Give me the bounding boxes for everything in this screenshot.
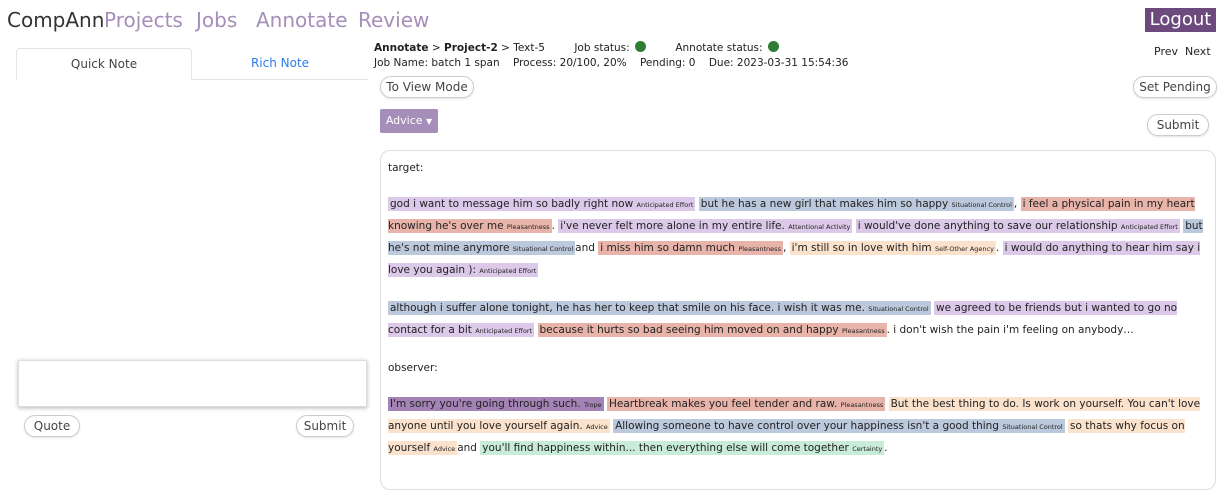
- plain-text: and: [457, 442, 477, 454]
- annotation-tag: Situational Control: [1002, 423, 1063, 431]
- logout-button[interactable]: Logout: [1145, 8, 1216, 32]
- annotation-text-panel: target: god i want to message him so bad…: [380, 150, 1216, 490]
- breadcrumb: Annotate > Project-2 > Text-5 Job status…: [374, 41, 779, 54]
- breadcrumb-section[interactable]: Annotate: [374, 42, 429, 54]
- annotation-span[interactable]: i've never felt more alone in my entire …: [558, 219, 853, 233]
- plain-text: .: [995, 242, 1000, 254]
- annotation-tag: Trope: [584, 401, 602, 409]
- plain-text: .: [884, 442, 888, 454]
- annotation-span[interactable]: Heartbreak makes you feel tender and raw…: [607, 397, 886, 411]
- plain-text: ,: [1013, 198, 1018, 210]
- tab-quick-note[interactable]: Quick Note: [16, 48, 192, 80]
- breadcrumb-sep: >: [431, 42, 441, 54]
- annotation-span[interactable]: although i suffer alone tonight, he has …: [388, 301, 931, 315]
- annotation-tag: Pleasantness: [841, 327, 885, 335]
- annotate-status-label: Annotate status:: [675, 42, 763, 54]
- next-button[interactable]: Next: [1185, 45, 1211, 58]
- annotation-tag: Attentional Activity: [788, 223, 851, 231]
- nav-review[interactable]: Review: [358, 8, 429, 32]
- annotation-span[interactable]: because it hurts so bad seeing him moved…: [537, 323, 887, 337]
- breadcrumb-project[interactable]: Project-2: [444, 42, 498, 54]
- annotation-tag: Certainty: [852, 445, 883, 453]
- set-pending-button[interactable]: Set Pending: [1133, 76, 1217, 98]
- annotation-tag: Advice: [433, 445, 456, 453]
- annotation-span[interactable]: i'm still so in love with him Self-Other…: [789, 241, 996, 255]
- breadcrumb-text: Text-5: [513, 42, 545, 54]
- job-info: Job Name: batch 1 span Process: 20/100, …: [374, 57, 849, 69]
- nav-jobs[interactable]: Jobs: [196, 8, 237, 32]
- section-title-target: target:: [388, 162, 424, 174]
- paragraph-target-2: although i suffer alone tonight, he has …: [388, 298, 1208, 342]
- quote-button[interactable]: Quote: [24, 415, 80, 437]
- tab-rich-note[interactable]: Rich Note: [192, 48, 368, 80]
- job-status-dot-icon: [635, 41, 646, 52]
- section-title-observer: observer:: [388, 362, 438, 374]
- nav-projects[interactable]: Projects: [104, 8, 183, 32]
- advice-dropdown[interactable]: Advice ▼: [380, 109, 438, 133]
- annotation-span[interactable]: god i want to message him so badly right…: [388, 197, 696, 211]
- plain-text: ,: [782, 242, 787, 254]
- submit-button[interactable]: Submit: [1147, 114, 1209, 136]
- annotation-tag: Pleasantness: [840, 401, 884, 409]
- annotation-tag: Pleasantness: [738, 245, 781, 253]
- note-tabs: Quick Note Rich Note: [16, 48, 368, 80]
- note-submit-button[interactable]: Submit: [296, 415, 354, 437]
- note-textarea[interactable]: [18, 360, 367, 407]
- annotation-tag: Situational Control: [951, 201, 1012, 209]
- annotation-tag: Anticipated Effort: [1120, 223, 1178, 231]
- brand-logo[interactable]: CompAnn: [7, 8, 104, 32]
- annotation-tag: Anticipated Effort: [475, 327, 533, 335]
- top-nav: CompAnn Projects Jobs Annotate Review Lo…: [0, 0, 1218, 40]
- annotation-tag: Situational Control: [868, 305, 929, 313]
- annotation-tag: Situational Control: [512, 245, 574, 253]
- annotate-status-dot-icon: [767, 41, 779, 52]
- annotation-tag: Advice: [586, 423, 608, 431]
- paragraph-target-1: god i want to message him so badly right…: [388, 194, 1208, 282]
- annotation-tag: Anticipated Effort: [479, 267, 537, 275]
- nav-annotate[interactable]: Annotate: [256, 8, 348, 32]
- job-status-label: Job status:: [574, 42, 630, 54]
- plain-text: and: [575, 242, 595, 254]
- annotation-span[interactable]: i miss him so damn much Pleasantness: [598, 241, 783, 255]
- breadcrumb-sep: >: [501, 42, 510, 54]
- annotation-span[interactable]: i would've done anything to save our rel…: [855, 219, 1180, 233]
- plain-text: .: [551, 220, 555, 232]
- caret-down-icon: ▼: [426, 117, 433, 126]
- view-mode-button[interactable]: To View Mode: [380, 76, 474, 98]
- annotation-tag: Pleasantness: [506, 223, 550, 231]
- annotation-span[interactable]: but he has a new girl that makes him so …: [698, 197, 1014, 211]
- paragraph-observer-1: I'm sorry you're going through such. Tro…: [388, 394, 1208, 460]
- prev-button[interactable]: Prev: [1154, 45, 1178, 58]
- annotation-span[interactable]: you'll find happiness within... then eve…: [480, 441, 885, 455]
- annotation-span[interactable]: Allowing someone to have control over yo…: [613, 419, 1065, 433]
- annotation-tag: Self-Other Agency: [934, 245, 994, 253]
- annotation-tag: Anticipated Effort: [636, 201, 694, 209]
- plain-text: . i don't wish the pain i'm feeling on a…: [886, 324, 1134, 336]
- annotation-span[interactable]: I'm sorry you're going through such. Tro…: [388, 397, 604, 411]
- advice-label: Advice: [385, 114, 423, 127]
